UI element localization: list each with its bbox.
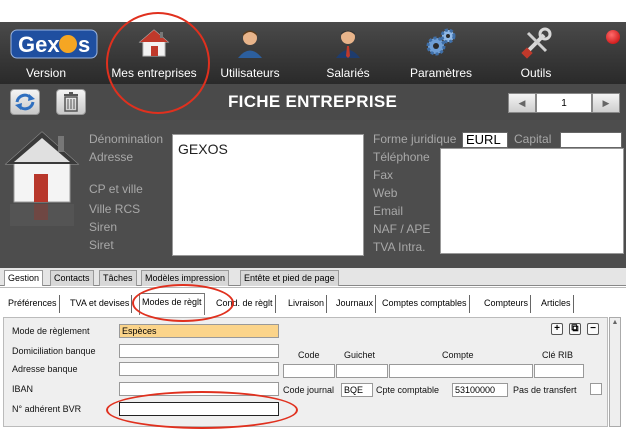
tab-taches[interactable]: Tâches [99, 270, 137, 286]
remove-button[interactable]: − [587, 323, 599, 335]
nav-utilisateurs-label: Utilisateurs [220, 66, 280, 80]
record-number[interactable]: 1 [536, 93, 592, 113]
next-record-button[interactable]: ▶ [592, 93, 620, 113]
label-bvr: N° adhérent BVR [12, 404, 82, 414]
secondary-tabs: Préférences TVA et devises Modes de règl… [0, 287, 626, 317]
company-card: Dénomination Adresse CP et ville Ville R… [0, 120, 626, 268]
label-adresse: Adresse [89, 150, 134, 164]
pas-transfert-checkbox[interactable] [590, 383, 602, 395]
gexos-logo: Gex s [10, 29, 98, 59]
nav-parametres[interactable]: Paramètres [398, 22, 484, 84]
gears-icon [424, 26, 458, 60]
forme-juridique-field[interactable]: EURL [462, 132, 508, 148]
annotation-ring-bvr [106, 391, 298, 429]
add-button[interactable]: + [551, 323, 563, 335]
capital-field[interactable] [560, 132, 622, 148]
page-title: FICHE ENTREPRISE [228, 92, 398, 111]
tab-contacts[interactable]: Contacts [50, 270, 94, 286]
svg-text:Gex: Gex [18, 32, 60, 57]
code-journal-field[interactable]: BQE [341, 383, 373, 397]
tab-livraison[interactable]: Livraison [286, 295, 328, 313]
rib-compte-field[interactable] [389, 364, 533, 378]
nav-version[interactable]: Gex s Version [6, 22, 98, 84]
label-fax: Fax [373, 168, 394, 182]
label-telephone: Téléphone [373, 150, 430, 164]
panel-scrollbar[interactable]: ▲ [609, 317, 621, 427]
app-window: Gex s Version Mes entreprises Utilisateu… [0, 0, 626, 436]
col-compte: Compte [442, 350, 474, 360]
label-domiciliation: Domiciliation banque [12, 346, 96, 356]
rib-code-field[interactable] [283, 364, 335, 378]
refresh-button[interactable] [10, 89, 40, 115]
user-icon [233, 26, 267, 60]
tab-journaux[interactable]: Journaux [334, 295, 377, 313]
rib-guichet-field[interactable] [336, 364, 388, 378]
delete-button[interactable] [56, 89, 86, 115]
label-adresse-banque: Adresse banque [12, 364, 78, 374]
label-email: Email [373, 204, 404, 218]
nav-salaries-label: Salariés [326, 66, 370, 80]
tab-tva-devises[interactable]: TVA et devises [68, 295, 133, 313]
company-house-icon [4, 131, 80, 226]
label-mode-reglement: Mode de règlement [12, 326, 90, 336]
svg-text:s: s [78, 32, 90, 57]
main-nav: Gex s Version Mes entreprises Utilisateu… [0, 22, 626, 84]
label-cp-ville: CP et ville [89, 182, 143, 196]
tab-compteurs[interactable]: Compteurs [482, 295, 532, 313]
trash-icon [64, 92, 78, 112]
payment-modes-panel: Mode de règlement Espèces + ⧉ − Domicili… [3, 317, 608, 427]
label-denomination: Dénomination [89, 132, 164, 146]
label-siren: Siren [89, 220, 118, 234]
close-dot-icon[interactable] [606, 30, 620, 44]
col-guichet: Guichet [344, 350, 376, 360]
nav-parametres-label: Paramètres [409, 66, 473, 80]
denomination-value: GEXOS [178, 141, 228, 157]
label-iban: IBAN [12, 384, 34, 394]
label-naf: NAF / APE [373, 222, 431, 236]
annotation-ring-mes-entreprises [106, 12, 210, 114]
adresse-banque-field[interactable] [119, 362, 279, 376]
contact-details-field[interactable] [440, 148, 624, 254]
title-bar: FICHE ENTREPRISE ◀ 1 ▶ [0, 84, 626, 120]
nav-outils[interactable]: Outils [496, 22, 576, 84]
primary-tabs: Gestion Contacts Tâches Modèles impressi… [0, 268, 626, 286]
tab-articles[interactable]: Articles [539, 295, 574, 313]
refresh-icon [15, 93, 35, 111]
label-ville-rcs: Ville RCS [89, 202, 141, 216]
annotation-ring-modes-reglt [132, 284, 234, 322]
label-siret: Siret [89, 238, 114, 252]
label-tva: TVA Intra. [373, 240, 426, 254]
tab-entete-pied[interactable]: Entête et pied de page [240, 270, 339, 286]
prev-record-button[interactable]: ◀ [508, 93, 536, 113]
label-web: Web [373, 186, 398, 200]
employee-icon [331, 26, 365, 60]
denomination-address-field[interactable]: GEXOS [172, 134, 364, 256]
label-cpte-comptable: Cpte comptable [376, 385, 440, 395]
prev-arrow-icon: ◀ [518, 97, 526, 108]
copy-button[interactable]: ⧉ [569, 323, 581, 335]
rib-cle-field[interactable] [534, 364, 584, 378]
label-pas-transfert: Pas de transfert [513, 385, 577, 395]
next-arrow-icon: ▶ [602, 97, 610, 108]
tools-icon [519, 26, 553, 60]
domiciliation-field[interactable] [119, 344, 279, 358]
mode-reglement-field[interactable]: Espèces [119, 324, 279, 338]
nav-salaries[interactable]: Salariés [308, 22, 388, 84]
label-forme-juridique: Forme juridique [373, 132, 457, 146]
scroll-up-arrow-icon[interactable]: ▲ [610, 318, 620, 328]
nav-version-label: Version [25, 66, 67, 80]
col-code: Code [298, 350, 320, 360]
label-code-journal: Code journal [283, 385, 335, 395]
tab-comptes-comptables[interactable]: Comptes comptables [380, 295, 470, 313]
label-capital: Capital [514, 132, 552, 146]
tab-preferences[interactable]: Préférences [6, 295, 60, 313]
nav-utilisateurs[interactable]: Utilisateurs [210, 22, 290, 84]
cpte-comptable-field[interactable]: 53100000 [452, 383, 508, 397]
col-cle-rib: Clé RIB [542, 350, 574, 360]
tab-gestion[interactable]: Gestion [4, 270, 44, 286]
nav-outils-label: Outils [520, 66, 552, 80]
